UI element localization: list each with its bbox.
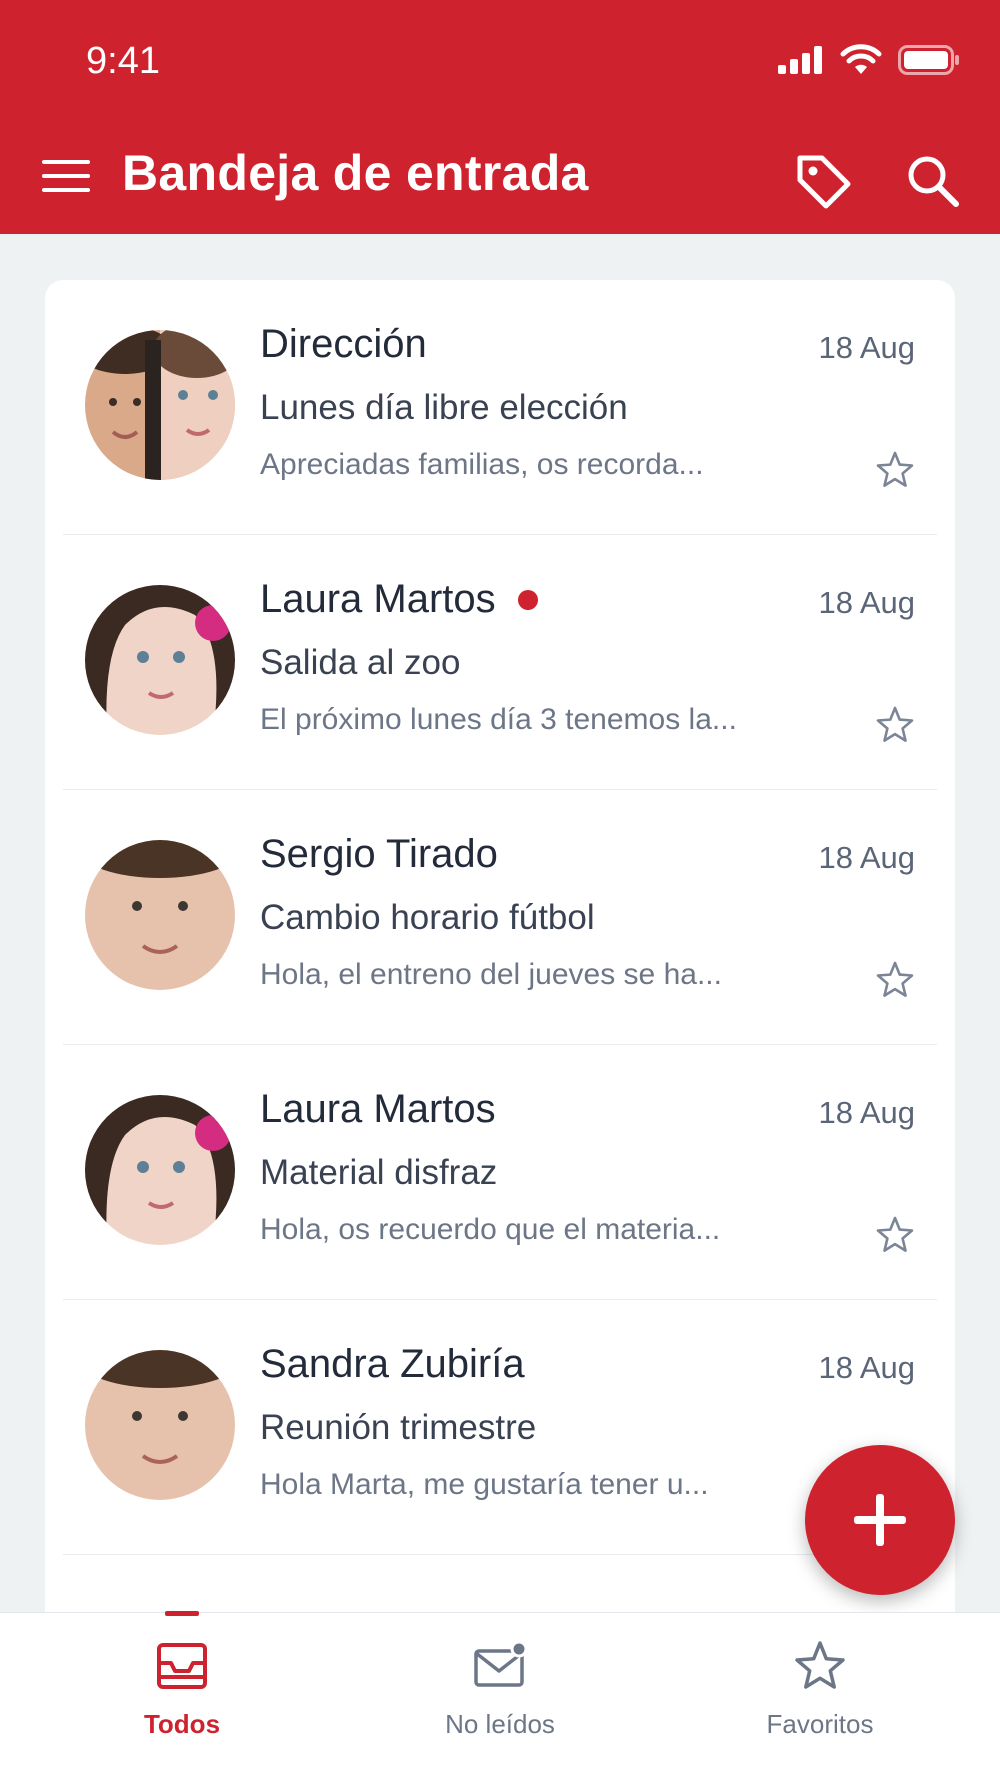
status-icons [778, 44, 960, 76]
title-row: Bandeja de entrada [0, 136, 1000, 216]
sender-text: Dirección [260, 322, 427, 366]
sender-name: Sandra Zubiría [260, 1342, 525, 1387]
star-icon[interactable] [875, 1215, 915, 1255]
message-row[interactable]: Dirección 18 Aug Lunes día libre elecció… [45, 280, 955, 535]
compose-button[interactable] [805, 1445, 955, 1595]
sender-text: Laura Martos [260, 1087, 496, 1131]
unread-indicator [517, 589, 538, 610]
nav-todos[interactable]: Todos [82, 1611, 282, 1779]
row-divider [63, 1554, 937, 1555]
sender-text: Laura Martos [260, 577, 496, 621]
message-subject: Cambio horario fútbol [260, 898, 595, 937]
nav-no-leidos[interactable]: No leídos [400, 1613, 600, 1779]
menu-button[interactable] [40, 156, 92, 196]
nav-favoritos[interactable]: Favoritos [720, 1613, 920, 1779]
star-icon[interactable] [875, 960, 915, 1000]
app-header: 9:41 Bandeja de entrada [0, 0, 1000, 234]
page-title: Bandeja de entrada [122, 145, 589, 201]
battery-icon [898, 45, 959, 75]
search-button[interactable] [902, 150, 964, 212]
message-preview: Hola, os recuerdo que el materia... [260, 1213, 721, 1246]
message-date: 18 Aug [818, 585, 915, 620]
tags-button[interactable] [792, 150, 854, 212]
star-icon [795, 1641, 845, 1689]
plus-icon [854, 1494, 906, 1546]
nav-label: No leídos [445, 1709, 555, 1739]
message-date: 18 Aug [818, 1095, 915, 1130]
search-icon [908, 156, 959, 207]
nav-label: Todos [143, 1709, 221, 1739]
star-icon[interactable] [875, 705, 915, 745]
message-subject: Lunes día libre elección [260, 388, 628, 427]
avatar [85, 1095, 235, 1245]
sender-name: Sergio Tirado [260, 832, 498, 877]
wifi-icon [840, 44, 882, 74]
message-subject: Material disfraz [260, 1153, 498, 1192]
signal-icon [778, 46, 822, 74]
active-tab-indicator [165, 1611, 199, 1616]
message-row[interactable]: Laura Martos 18 Aug Material disfraz Hol… [45, 1045, 955, 1300]
avatar [85, 585, 235, 735]
status-time: 9:41 [86, 40, 160, 82]
bottom-nav: Todos No leídos Favoritos [0, 1611, 1000, 1779]
star-icon[interactable] [875, 450, 915, 490]
message-date: 18 Aug [818, 330, 915, 365]
sender-name: Laura Martos [260, 1087, 496, 1132]
message-date: 18 Aug [818, 840, 915, 875]
avatar [85, 1350, 235, 1500]
inbox-icon [157, 1643, 207, 1689]
sender-text: Sergio Tirado [260, 832, 498, 876]
message-preview: El próximo lunes día 3 tenemos la... [260, 703, 737, 736]
tag-icon [797, 155, 851, 209]
message-subject: Salida al zoo [260, 643, 461, 682]
nav-label: Favoritos [766, 1709, 874, 1739]
message-subject: Reunión trimestre [260, 1408, 537, 1447]
message-preview: Apreciadas familias, os recorda... [260, 448, 704, 481]
message-row[interactable]: Sergio Tirado 18 Aug Cambio horario fútb… [45, 790, 955, 1045]
avatar [85, 330, 235, 480]
message-date: 18 Aug [818, 1350, 915, 1385]
sender-text: Sandra Zubiría [260, 1342, 525, 1386]
sender-name: Laura Martos [260, 577, 538, 622]
message-preview: Hola, el entreno del jueves se ha... [260, 958, 722, 991]
avatar [85, 840, 235, 990]
hamburger-menu-icon [42, 160, 90, 192]
unread-mail-icon [474, 1640, 527, 1687]
message-preview: Hola Marta, me gustaría tener u... [260, 1468, 709, 1501]
sender-name: Dirección [260, 322, 427, 367]
message-row[interactable]: Laura Martos 18 Aug Salida al zoo El pró… [45, 535, 955, 790]
